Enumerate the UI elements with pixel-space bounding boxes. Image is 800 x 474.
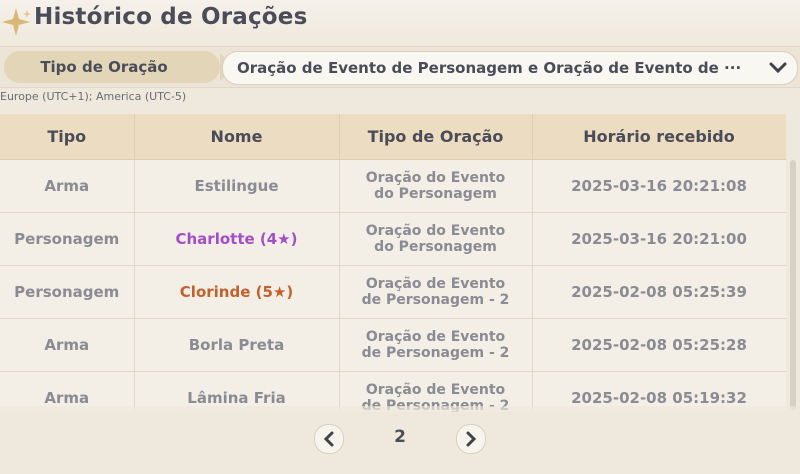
cell-tipo-oracao: Oração do Evento do Personagem — [339, 159, 533, 213]
timezone-note: Europe (UTC+1); America (UTC-5) — [0, 90, 187, 103]
page-title: Histórico de Orações — [34, 4, 308, 30]
column-header-tipo-de-oracao: Tipo de Oração — [339, 114, 533, 160]
column-header-tipo: Tipo — [0, 114, 135, 160]
cell-tipo-oracao-line1: Oração do Evento — [365, 170, 506, 186]
cell-tipo-oracao-line1: Oração de Evento — [365, 329, 506, 345]
cell-tipo: Personagem — [0, 212, 135, 266]
table-row: Personagem Charlotte (4★) Oração do Even… — [0, 212, 786, 266]
chevron-left-icon — [323, 431, 334, 447]
cell-tipo-oracao: Oração de Evento de Personagem - 2 — [339, 318, 533, 372]
chevron-right-icon — [466, 431, 477, 447]
cell-tipo-oracao-line2: do Personagem — [374, 186, 497, 202]
filter-label: Tipo de Oração — [40, 58, 168, 76]
cell-nome: Clorinde (5★) — [134, 265, 340, 319]
cell-nome: Charlotte (4★) — [134, 212, 340, 266]
cell-horario: 2025-02-08 05:25:39 — [532, 265, 786, 319]
table-header-row: Tipo Nome Tipo de Oração Horário recebid… — [0, 114, 786, 160]
cell-tipo-oracao-line1: Oração do Evento — [365, 223, 506, 239]
wish-type-selected: Oração de Evento de Personagem e Oração … — [237, 59, 742, 77]
cell-tipo-oracao-line1: Oração de Evento — [365, 276, 506, 292]
chevron-down-icon — [769, 62, 787, 74]
table-row: Arma Borla Preta Oração de Evento de Pers… — [0, 318, 786, 372]
cell-horario: 2025-02-08 05:25:28 — [532, 318, 786, 372]
next-page-button[interactable] — [456, 424, 486, 454]
column-header-nome: Nome — [134, 114, 340, 160]
title-bar: Histórico de Orações — [0, 0, 800, 44]
cell-tipo-oracao-line2: do Personagem — [374, 239, 497, 255]
history-table: Tipo Nome Tipo de Oração Horário recebid… — [0, 114, 786, 412]
filter-label-box: Tipo de Oração — [4, 51, 234, 83]
cell-tipo: Arma — [0, 318, 135, 372]
cell-tipo: Arma — [0, 159, 135, 213]
cell-tipo-oracao-line2: de Personagem - 2 — [361, 345, 510, 361]
cell-nome: Borla Preta — [134, 318, 340, 372]
cell-horario: 2025-03-16 20:21:08 — [532, 159, 786, 213]
cell-tipo-oracao-line2: de Personagem - 2 — [361, 292, 510, 308]
cell-tipo: Personagem — [0, 265, 135, 319]
table-scrollbar[interactable] — [790, 160, 796, 410]
table-row: Personagem Clorinde (5★) Oração de Event… — [0, 265, 786, 319]
cell-tipo-oracao: Oração de Evento de Personagem - 2 — [339, 265, 533, 319]
cell-nome: Estilingue — [134, 159, 340, 213]
sparkle-icon — [2, 8, 31, 36]
filter-bar: Tipo de Oração Oração de Evento de Perso… — [0, 46, 800, 88]
previous-page-button[interactable] — [314, 424, 344, 454]
table-row: Arma Estilingue Oração do Evento do Perso… — [0, 159, 786, 213]
wish-type-dropdown[interactable]: Oração de Evento de Personagem e Oração … — [222, 51, 798, 85]
column-header-horario: Horário recebido — [532, 114, 786, 160]
cell-tipo-oracao-line1: Oração de Evento — [365, 382, 506, 398]
page-number: 2 — [394, 427, 406, 447]
cell-horario: 2025-03-16 20:21:00 — [532, 212, 786, 266]
cell-tipo-oracao: Oração do Evento do Personagem — [339, 212, 533, 266]
